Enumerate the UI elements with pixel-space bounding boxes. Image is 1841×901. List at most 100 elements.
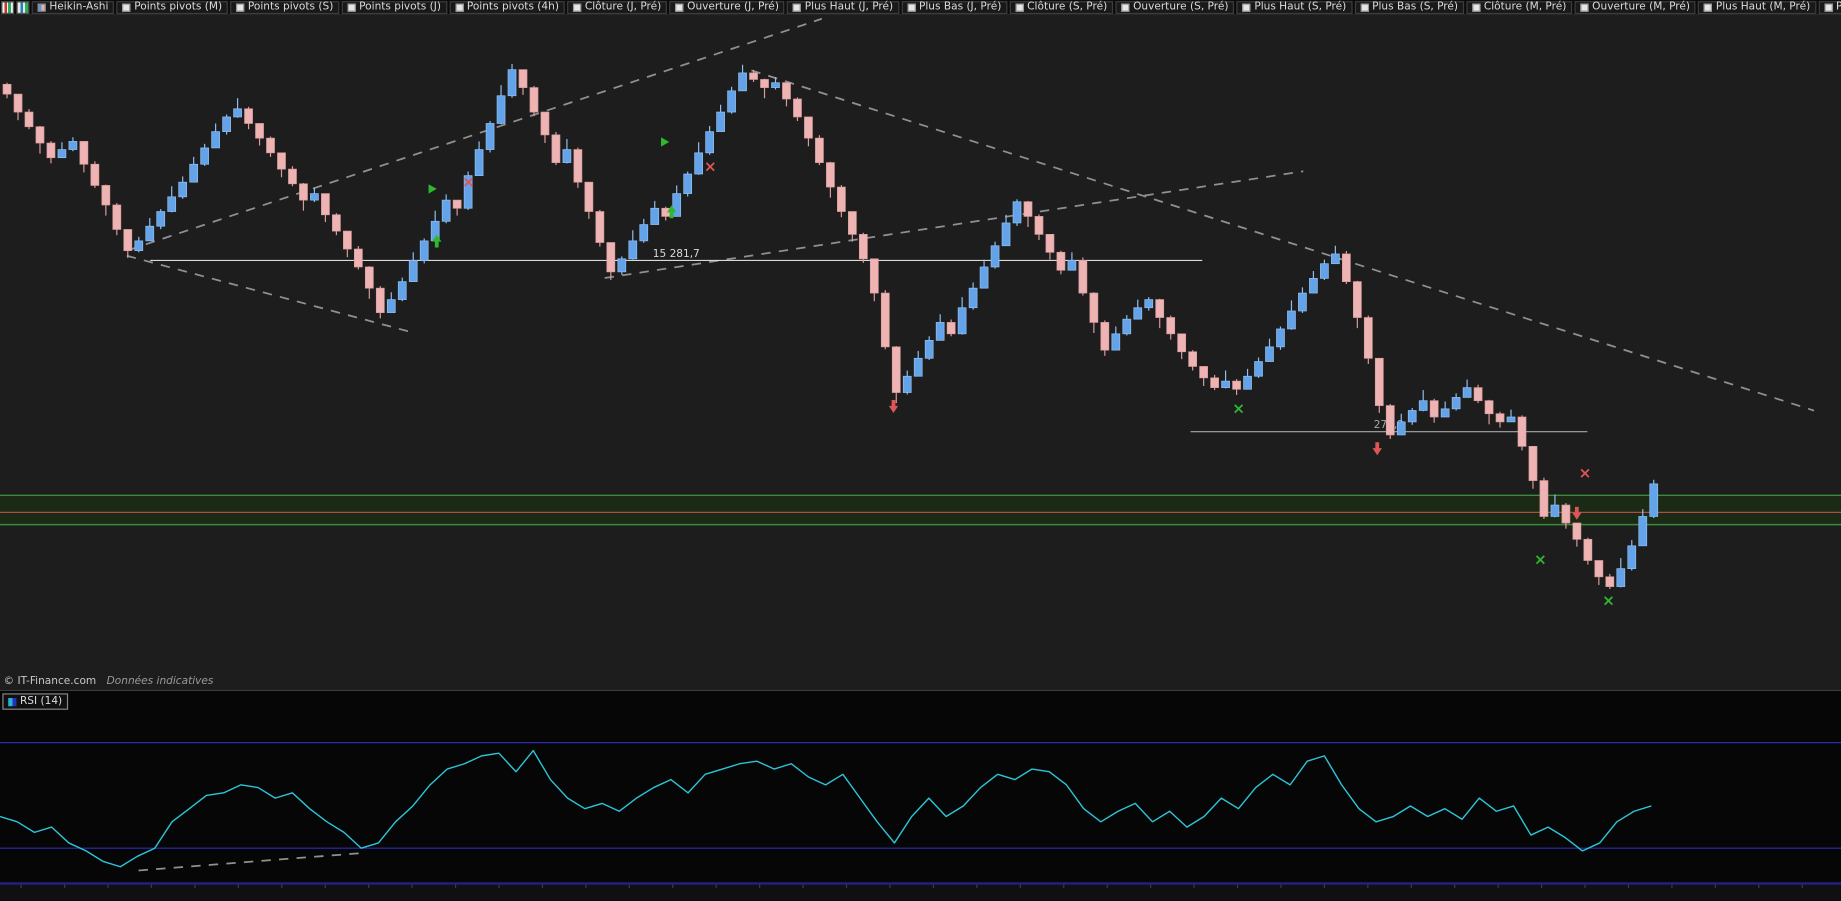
candle (419, 240, 429, 261)
candle (1133, 307, 1143, 320)
candle (1429, 400, 1439, 418)
signal-cross-icon: × (1534, 551, 1547, 569)
candle (1418, 400, 1428, 411)
candle (485, 123, 495, 150)
candle (90, 163, 100, 186)
rsi-indicator-chip[interactable]: RSI (14) (2, 693, 69, 710)
candle (793, 98, 802, 118)
indicator-button[interactable]: Clôture (J, Pré) (567, 0, 668, 14)
candle (1254, 361, 1263, 377)
candle (386, 299, 396, 313)
indicator-color-chip (573, 2, 582, 12)
candle (277, 152, 286, 170)
indicator-button[interactable]: Points pivots (J) (341, 0, 447, 14)
indicator-button-label: Clôture (J, Pré) (584, 1, 662, 13)
indicator-button[interactable]: Points pivots (4h) (449, 0, 565, 14)
candle (1374, 357, 1384, 406)
candle (2, 83, 12, 95)
candle (222, 116, 231, 132)
candle (1572, 522, 1582, 540)
indicator-button-label: Clôture (S, Pré) (1027, 1, 1108, 13)
indicator-color-chip (347, 2, 356, 12)
indicator-button-label: Points pivots (4h) (466, 1, 559, 13)
candle (924, 339, 934, 359)
indicator-button[interactable]: Ouverture (S, Pré) (1115, 0, 1235, 14)
candle (1001, 222, 1011, 247)
candle (1232, 380, 1241, 390)
candle (639, 224, 649, 242)
candle (584, 181, 594, 212)
candle (1517, 416, 1527, 447)
indicator-button[interactable]: Plus Haut (S, Pré) (1236, 0, 1353, 14)
indicator-button[interactable]: Plus Haut (J, Pré) (787, 0, 900, 14)
indicator-button[interactable]: Clôture (M, Pré) (1466, 0, 1573, 14)
chart-style-icon[interactable] (16, 0, 30, 14)
indicator-color-chip (1242, 2, 1251, 12)
candle (782, 82, 791, 100)
candle (397, 281, 407, 300)
price-display-icon[interactable] (1, 0, 15, 14)
indicator-button-label: Plus Bas (M, Pré) (1836, 1, 1841, 13)
indicator-button[interactable]: Heikin-Ashi (31, 0, 115, 14)
indicator-button[interactable]: Plus Haut (M, Pré) (1698, 0, 1817, 14)
candle (946, 322, 956, 335)
candle (452, 199, 462, 209)
candle (1352, 281, 1362, 318)
candle (1506, 416, 1516, 423)
candle (738, 72, 747, 92)
candle (1122, 318, 1132, 335)
chart-canvas[interactable]: 15 281,7271,2×××××× (0, 0, 1841, 901)
indicator-button[interactable]: Ouverture (J, Pré) (669, 0, 785, 14)
candle (321, 193, 330, 216)
candle (156, 211, 166, 227)
candle (1583, 538, 1593, 561)
candle (683, 173, 693, 194)
candle (1320, 263, 1329, 279)
candle (1188, 351, 1198, 367)
indicator-button[interactable]: Plus Bas (J, Pré) (901, 0, 1008, 14)
indicator-button[interactable]: Plus Bas (S, Pré) (1354, 0, 1464, 14)
candle (617, 258, 627, 273)
indicator-button[interactable]: Points pivots (M) (116, 0, 228, 14)
indicator-button[interactable]: Plus Bas (M, Pré) (1818, 0, 1841, 14)
candle (1605, 576, 1615, 587)
candle (24, 111, 34, 128)
price-level-label: 15 281,7 (653, 248, 700, 260)
candle (771, 82, 780, 88)
candle (1561, 504, 1571, 524)
indicator-color-chip (1704, 2, 1713, 12)
candle (1331, 253, 1340, 265)
candle (496, 95, 506, 124)
indicator-button[interactable]: Clôture (S, Pré) (1009, 0, 1114, 14)
candle (1407, 410, 1417, 423)
candle (332, 214, 341, 232)
candle (1078, 260, 1088, 294)
chart-footer: © IT-Finance.com Données indicatives (4, 676, 214, 688)
candle (233, 108, 242, 118)
candle (902, 375, 912, 393)
indicator-color-chip (37, 2, 46, 12)
candle (1199, 366, 1208, 379)
candle (57, 149, 67, 159)
indicator-button-label: Ouverture (J, Pré) (687, 1, 779, 13)
candle (716, 111, 725, 132)
candle (606, 242, 616, 273)
indicator-button-label: Ouverture (S, Pré) (1133, 1, 1229, 13)
candle (200, 147, 209, 165)
candle (826, 162, 835, 188)
indicator-button[interactable]: Ouverture (M, Pré) (1574, 0, 1696, 14)
candle (957, 307, 967, 335)
candle (694, 152, 703, 175)
candle (343, 230, 352, 250)
candle (551, 134, 561, 163)
candle (1594, 560, 1604, 578)
candle (837, 186, 846, 212)
candle (1495, 413, 1505, 423)
indicator-button[interactable]: Points pivots (S) (230, 0, 340, 14)
candle (990, 245, 1000, 268)
candle (1265, 346, 1274, 362)
candle (310, 193, 319, 201)
signal-cross-icon: × (1602, 592, 1615, 610)
candle (848, 211, 857, 235)
candle (1550, 504, 1560, 517)
